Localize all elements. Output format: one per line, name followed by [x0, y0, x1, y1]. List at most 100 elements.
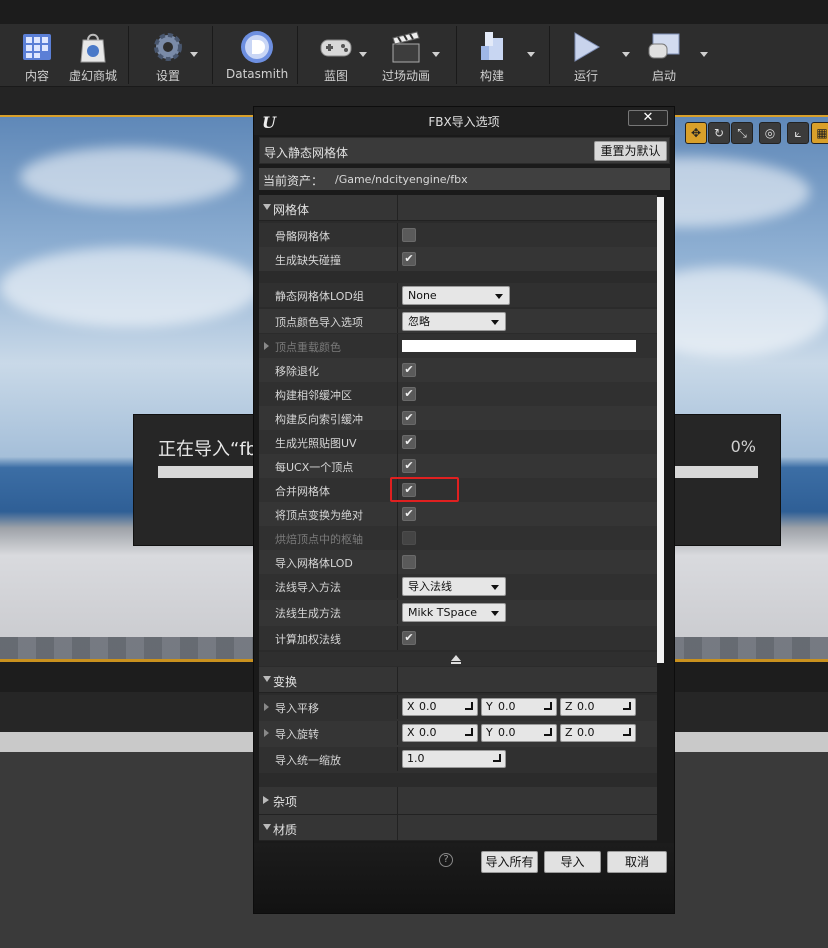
category-mesh[interactable]: 网格体 — [259, 195, 657, 221]
toolbar-play-button[interactable]: 运行 — [564, 24, 608, 87]
field-value: 0.0 — [419, 700, 437, 713]
cinematics-dropdown-arrow[interactable] — [432, 52, 440, 57]
row-label: 顶点颜色导入选项 — [275, 316, 363, 329]
row-label: 骨骼网格体 — [275, 230, 330, 243]
category-material[interactable]: 材质 — [259, 815, 657, 841]
axis-label: X — [407, 726, 415, 739]
cinematics-clapper-icon — [392, 31, 420, 63]
world-space-icon[interactable]: ◎ — [759, 122, 781, 144]
toolbar-build-button[interactable]: 构建 — [470, 24, 514, 87]
close-button[interactable]: ✕ — [628, 110, 668, 126]
column-divider — [397, 574, 398, 598]
expand-arrow-icon — [263, 204, 271, 210]
toolbar-label: 构建 — [479, 69, 504, 83]
row-label: 生成光照贴图UV — [275, 437, 357, 450]
row-adjacency-buffer: 构建相邻缓冲区 ✔ — [259, 382, 657, 406]
row-reverse-index-buffer: 构建反向索引缓冲 ✔ — [259, 406, 657, 430]
dropdown-value: Mikk TSpace — [408, 606, 478, 619]
uniform-scale-input[interactable]: 1.0 — [402, 750, 506, 768]
category-transform[interactable]: 变换 — [259, 667, 657, 693]
rotation-x-input[interactable]: X 0.0 — [402, 724, 478, 742]
dialog-title-bar[interactable]: U FBX导入选项 ✕ — [254, 107, 674, 135]
translation-z-input[interactable]: Z 0.0 — [560, 698, 636, 716]
sky-cloud — [0, 247, 260, 327]
help-icon[interactable]: ? — [439, 853, 453, 867]
reset-to-default-button[interactable]: 重置为默认 — [594, 141, 667, 161]
axis-label: Z — [565, 726, 573, 739]
expand-arrow-icon — [263, 676, 271, 682]
rotation-z-input[interactable]: Z 0.0 — [560, 724, 636, 742]
toolbar-blueprint-button[interactable]: 蓝图 — [314, 24, 358, 87]
toolbar-content-button[interactable]: 内容 — [15, 24, 59, 87]
toolbar-cinematics-button[interactable]: 过场动画 — [380, 24, 432, 87]
row-remove-degenerates: 移除退化 ✔ — [259, 358, 657, 382]
reverse-index-checkbox[interactable]: ✔ — [402, 411, 416, 425]
dropdown-value: None — [408, 289, 437, 302]
import-button[interactable]: 导入 — [544, 851, 601, 873]
row-label: 导入旋转 — [275, 728, 319, 741]
vertex-color-dropdown[interactable]: 忽略 — [402, 312, 506, 331]
rotate-tool-icon[interactable]: ↻ — [708, 122, 730, 144]
progress-percent: 0% — [730, 437, 756, 456]
rotation-y-input[interactable]: Y 0.0 — [481, 724, 557, 742]
play-icon — [574, 32, 600, 62]
settings-dropdown-arrow[interactable] — [190, 52, 198, 57]
launch-icon — [648, 33, 680, 59]
normal-import-dropdown[interactable]: 导入法线 — [402, 577, 506, 596]
scale-tool-icon[interactable]: ⤡ — [731, 122, 753, 144]
expand-arrow-icon[interactable] — [264, 703, 269, 711]
toolbar-settings-button[interactable]: 设置 — [146, 24, 190, 87]
column-divider — [397, 430, 398, 454]
expand-arrow-icon — [263, 824, 271, 830]
axis-label: Y — [486, 726, 493, 739]
toolbar-label: 虚幻商城 — [68, 69, 117, 83]
column-divider — [397, 815, 398, 841]
lightmap-uv-checkbox[interactable]: ✔ — [402, 435, 416, 449]
collapse-advanced-bar[interactable] — [259, 652, 657, 666]
highlight-annotation — [390, 477, 459, 502]
row-normal-import-method: 法线导入方法 导入法线 — [259, 574, 657, 600]
category-label: 变换 — [273, 675, 298, 689]
remove-degenerates-checkbox[interactable]: ✔ — [402, 363, 416, 377]
category-label: 网格体 — [273, 203, 310, 217]
translate-tool-icon[interactable]: ✥ — [685, 122, 707, 144]
vertex-override-color-swatch[interactable] — [402, 340, 636, 352]
column-divider — [397, 406, 398, 430]
toolbar-separator — [549, 26, 550, 84]
transform-absolute-checkbox[interactable]: ✔ — [402, 507, 416, 521]
category-misc[interactable]: 杂项 — [259, 787, 657, 815]
one-convex-checkbox[interactable]: ✔ — [402, 459, 416, 473]
column-divider — [397, 334, 398, 358]
toolbar-datasmith-button[interactable]: Datasmith — [226, 24, 288, 87]
generate-collision-checkbox[interactable]: ✔ — [402, 252, 416, 266]
skeletal-mesh-checkbox[interactable] — [402, 228, 416, 242]
translation-y-input[interactable]: Y 0.0 — [481, 698, 557, 716]
row-label: 生成缺失碰撞 — [275, 254, 341, 267]
play-dropdown-arrow[interactable] — [622, 52, 630, 57]
cancel-button[interactable]: 取消 — [607, 851, 667, 873]
build-blocks-icon — [481, 32, 503, 60]
current-asset-label: 当前资产： — [263, 174, 324, 188]
toolbar-marketplace-button[interactable]: 虚幻商城 — [66, 24, 120, 87]
weighted-normals-checkbox[interactable]: ✔ — [402, 631, 416, 645]
category-label: 材质 — [273, 823, 298, 837]
lod-group-dropdown[interactable]: None — [402, 286, 510, 305]
normal-generation-dropdown[interactable]: Mikk TSpace — [402, 603, 506, 622]
chevron-down-icon — [491, 320, 499, 325]
adjacency-buffer-checkbox[interactable]: ✔ — [402, 387, 416, 401]
translation-x-input[interactable]: X 0.0 — [402, 698, 478, 716]
import-lods-checkbox[interactable] — [402, 555, 416, 569]
build-dropdown-arrow[interactable] — [527, 52, 535, 57]
expand-arrow-icon[interactable] — [264, 342, 269, 350]
toolbar-launch-button[interactable]: 启动 — [642, 24, 686, 87]
launch-dropdown-arrow[interactable] — [700, 52, 708, 57]
surface-snap-icon[interactable]: ⟀ — [787, 122, 809, 144]
row-import-rotation: 导入旋转 X 0.0 Y 0.0 Z 0.0 — [259, 721, 657, 747]
toolbar-separator — [297, 26, 298, 84]
grid-snap-icon[interactable]: ▦ — [811, 122, 828, 144]
expand-arrow-icon[interactable] — [264, 729, 269, 737]
import-all-button[interactable]: 导入所有 — [481, 851, 538, 873]
scrollbar-thumb[interactable] — [657, 197, 664, 663]
column-divider — [397, 382, 398, 406]
blueprint-dropdown-arrow[interactable] — [359, 52, 367, 57]
